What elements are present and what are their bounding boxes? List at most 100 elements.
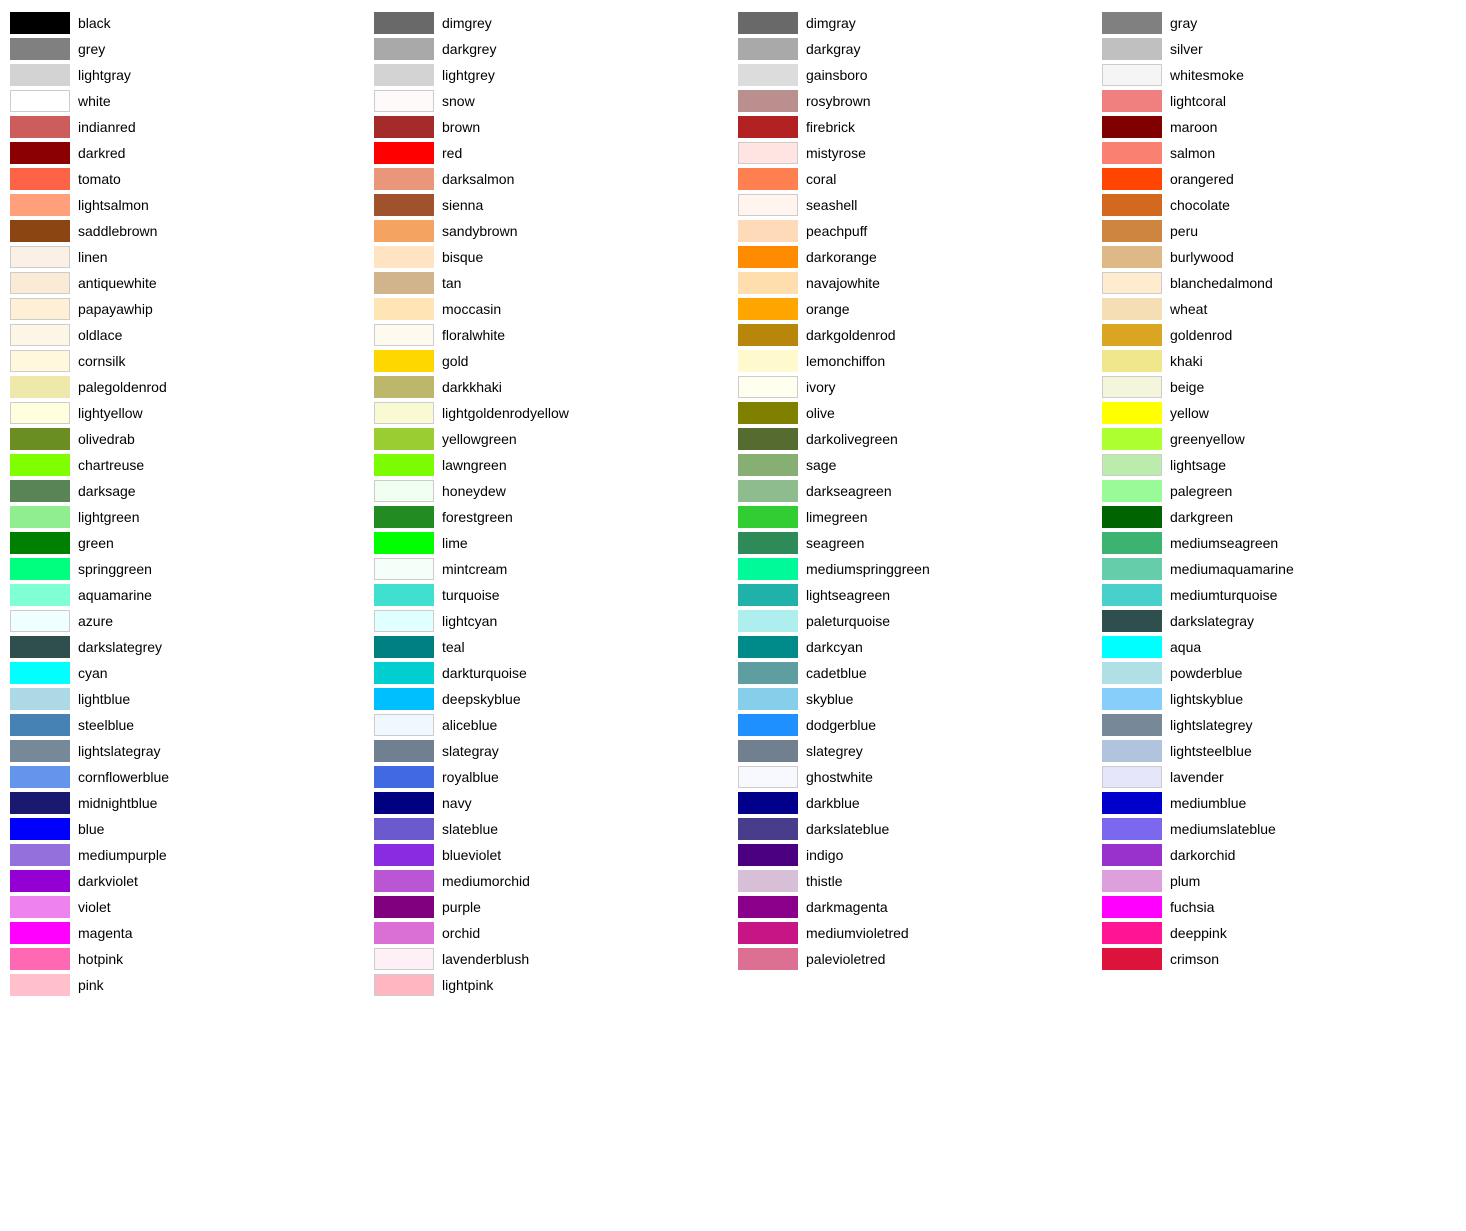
color-swatch — [374, 64, 434, 86]
color-item: lightyellow — [10, 400, 364, 426]
color-item: orange — [738, 296, 1092, 322]
color-name-label: ivory — [806, 379, 836, 395]
color-swatch — [374, 298, 434, 320]
color-item: lightgoldenrodyellow — [374, 400, 728, 426]
color-item: green — [10, 530, 364, 556]
color-name-label: lightsage — [1170, 457, 1226, 473]
color-item: mediumblue — [1102, 790, 1456, 816]
color-name-label: silver — [1170, 41, 1203, 57]
color-swatch — [1102, 558, 1162, 580]
color-swatch — [738, 272, 798, 294]
color-item: dimgrey — [374, 10, 728, 36]
color-name-label: peru — [1170, 223, 1198, 239]
color-item: mediumspringgreen — [738, 556, 1092, 582]
color-item: mediumvioletred — [738, 920, 1092, 946]
color-swatch — [10, 532, 70, 554]
color-name-label: lightcoral — [1170, 93, 1226, 109]
color-swatch — [10, 818, 70, 840]
color-item: gold — [374, 348, 728, 374]
color-name-label: mistyrose — [806, 145, 866, 161]
color-name-label: darksage — [78, 483, 136, 499]
color-item: chartreuse — [10, 452, 364, 478]
color-item: mintcream — [374, 556, 728, 582]
color-name-label: darkkhaki — [442, 379, 502, 395]
color-name-label: gray — [1170, 15, 1197, 31]
color-name-label: slategrey — [806, 743, 863, 759]
color-name-label: steelblue — [78, 717, 134, 733]
color-item: skyblue — [738, 686, 1092, 712]
color-item: lightskyblue — [1102, 686, 1456, 712]
color-name-label: wheat — [1170, 301, 1207, 317]
color-name-label: lightseagreen — [806, 587, 890, 603]
color-item: mediumturquoise — [1102, 582, 1456, 608]
color-item: navajowhite — [738, 270, 1092, 296]
color-name-label: olive — [806, 405, 835, 421]
color-swatch — [1102, 792, 1162, 814]
color-name-label: plum — [1170, 873, 1200, 889]
color-swatch — [1102, 870, 1162, 892]
color-name-label: aquamarine — [78, 587, 152, 603]
color-name-label: coral — [806, 171, 836, 187]
color-item: powderblue — [1102, 660, 1456, 686]
color-item: mistyrose — [738, 140, 1092, 166]
color-swatch — [374, 90, 434, 112]
color-swatch — [10, 636, 70, 658]
color-swatch — [738, 12, 798, 34]
color-swatch — [1102, 38, 1162, 60]
color-item: forestgreen — [374, 504, 728, 530]
color-item: steelblue — [10, 712, 364, 738]
color-item: whitesmoke — [1102, 62, 1456, 88]
color-item: palegoldenrod — [10, 374, 364, 400]
color-item: darkgray — [738, 36, 1092, 62]
color-swatch — [738, 610, 798, 632]
color-item: lawngreen — [374, 452, 728, 478]
color-item: azure — [10, 608, 364, 634]
color-name-label: lightyellow — [78, 405, 143, 421]
color-swatch — [374, 272, 434, 294]
color-name-label: black — [78, 15, 111, 31]
color-name-label: lightpink — [442, 977, 493, 993]
color-swatch — [374, 506, 434, 528]
color-item: maroon — [1102, 114, 1456, 140]
color-item: paleturquoise — [738, 608, 1092, 634]
color-name-label: midnightblue — [78, 795, 157, 811]
color-name-label: dimgray — [806, 15, 856, 31]
color-name-label: deepskyblue — [442, 691, 521, 707]
color-swatch — [738, 142, 798, 164]
color-name-label: lightgreen — [78, 509, 140, 525]
color-item: yellowgreen — [374, 426, 728, 452]
color-item: lightslategrey — [1102, 712, 1456, 738]
color-swatch — [1102, 948, 1162, 970]
color-swatch — [374, 948, 434, 970]
color-swatch — [1102, 740, 1162, 762]
color-name-label: springgreen — [78, 561, 152, 577]
color-name-label: lightsalmon — [78, 197, 149, 213]
color-swatch — [374, 246, 434, 268]
color-swatch — [738, 636, 798, 658]
color-item: palevioletred — [738, 946, 1092, 972]
color-name-label: mintcream — [442, 561, 507, 577]
color-item: lightcoral — [1102, 88, 1456, 114]
color-item: rosybrown — [738, 88, 1092, 114]
color-swatch — [374, 142, 434, 164]
color-name-label: lightskyblue — [1170, 691, 1243, 707]
color-name-label: sage — [806, 457, 836, 473]
color-name-label: lightblue — [78, 691, 130, 707]
color-name-label: darkgoldenrod — [806, 327, 896, 343]
color-item: blueviolet — [374, 842, 728, 868]
color-item: plum — [1102, 868, 1456, 894]
color-name-label: white — [78, 93, 111, 109]
color-item: darkmagenta — [738, 894, 1092, 920]
color-name-label: darkgray — [806, 41, 860, 57]
color-item: dodgerblue — [738, 712, 1092, 738]
color-name-label: olivedrab — [78, 431, 135, 447]
color-item: black — [10, 10, 364, 36]
color-item: burlywood — [1102, 244, 1456, 270]
color-item: lavender — [1102, 764, 1456, 790]
color-item: greenyellow — [1102, 426, 1456, 452]
color-name-label: darkslategray — [1170, 613, 1254, 629]
color-swatch — [10, 220, 70, 242]
color-swatch — [738, 454, 798, 476]
color-item: mediumaquamarine — [1102, 556, 1456, 582]
color-column-3: dimgraydarkgraygainsbororosybrownfirebri… — [738, 10, 1092, 998]
